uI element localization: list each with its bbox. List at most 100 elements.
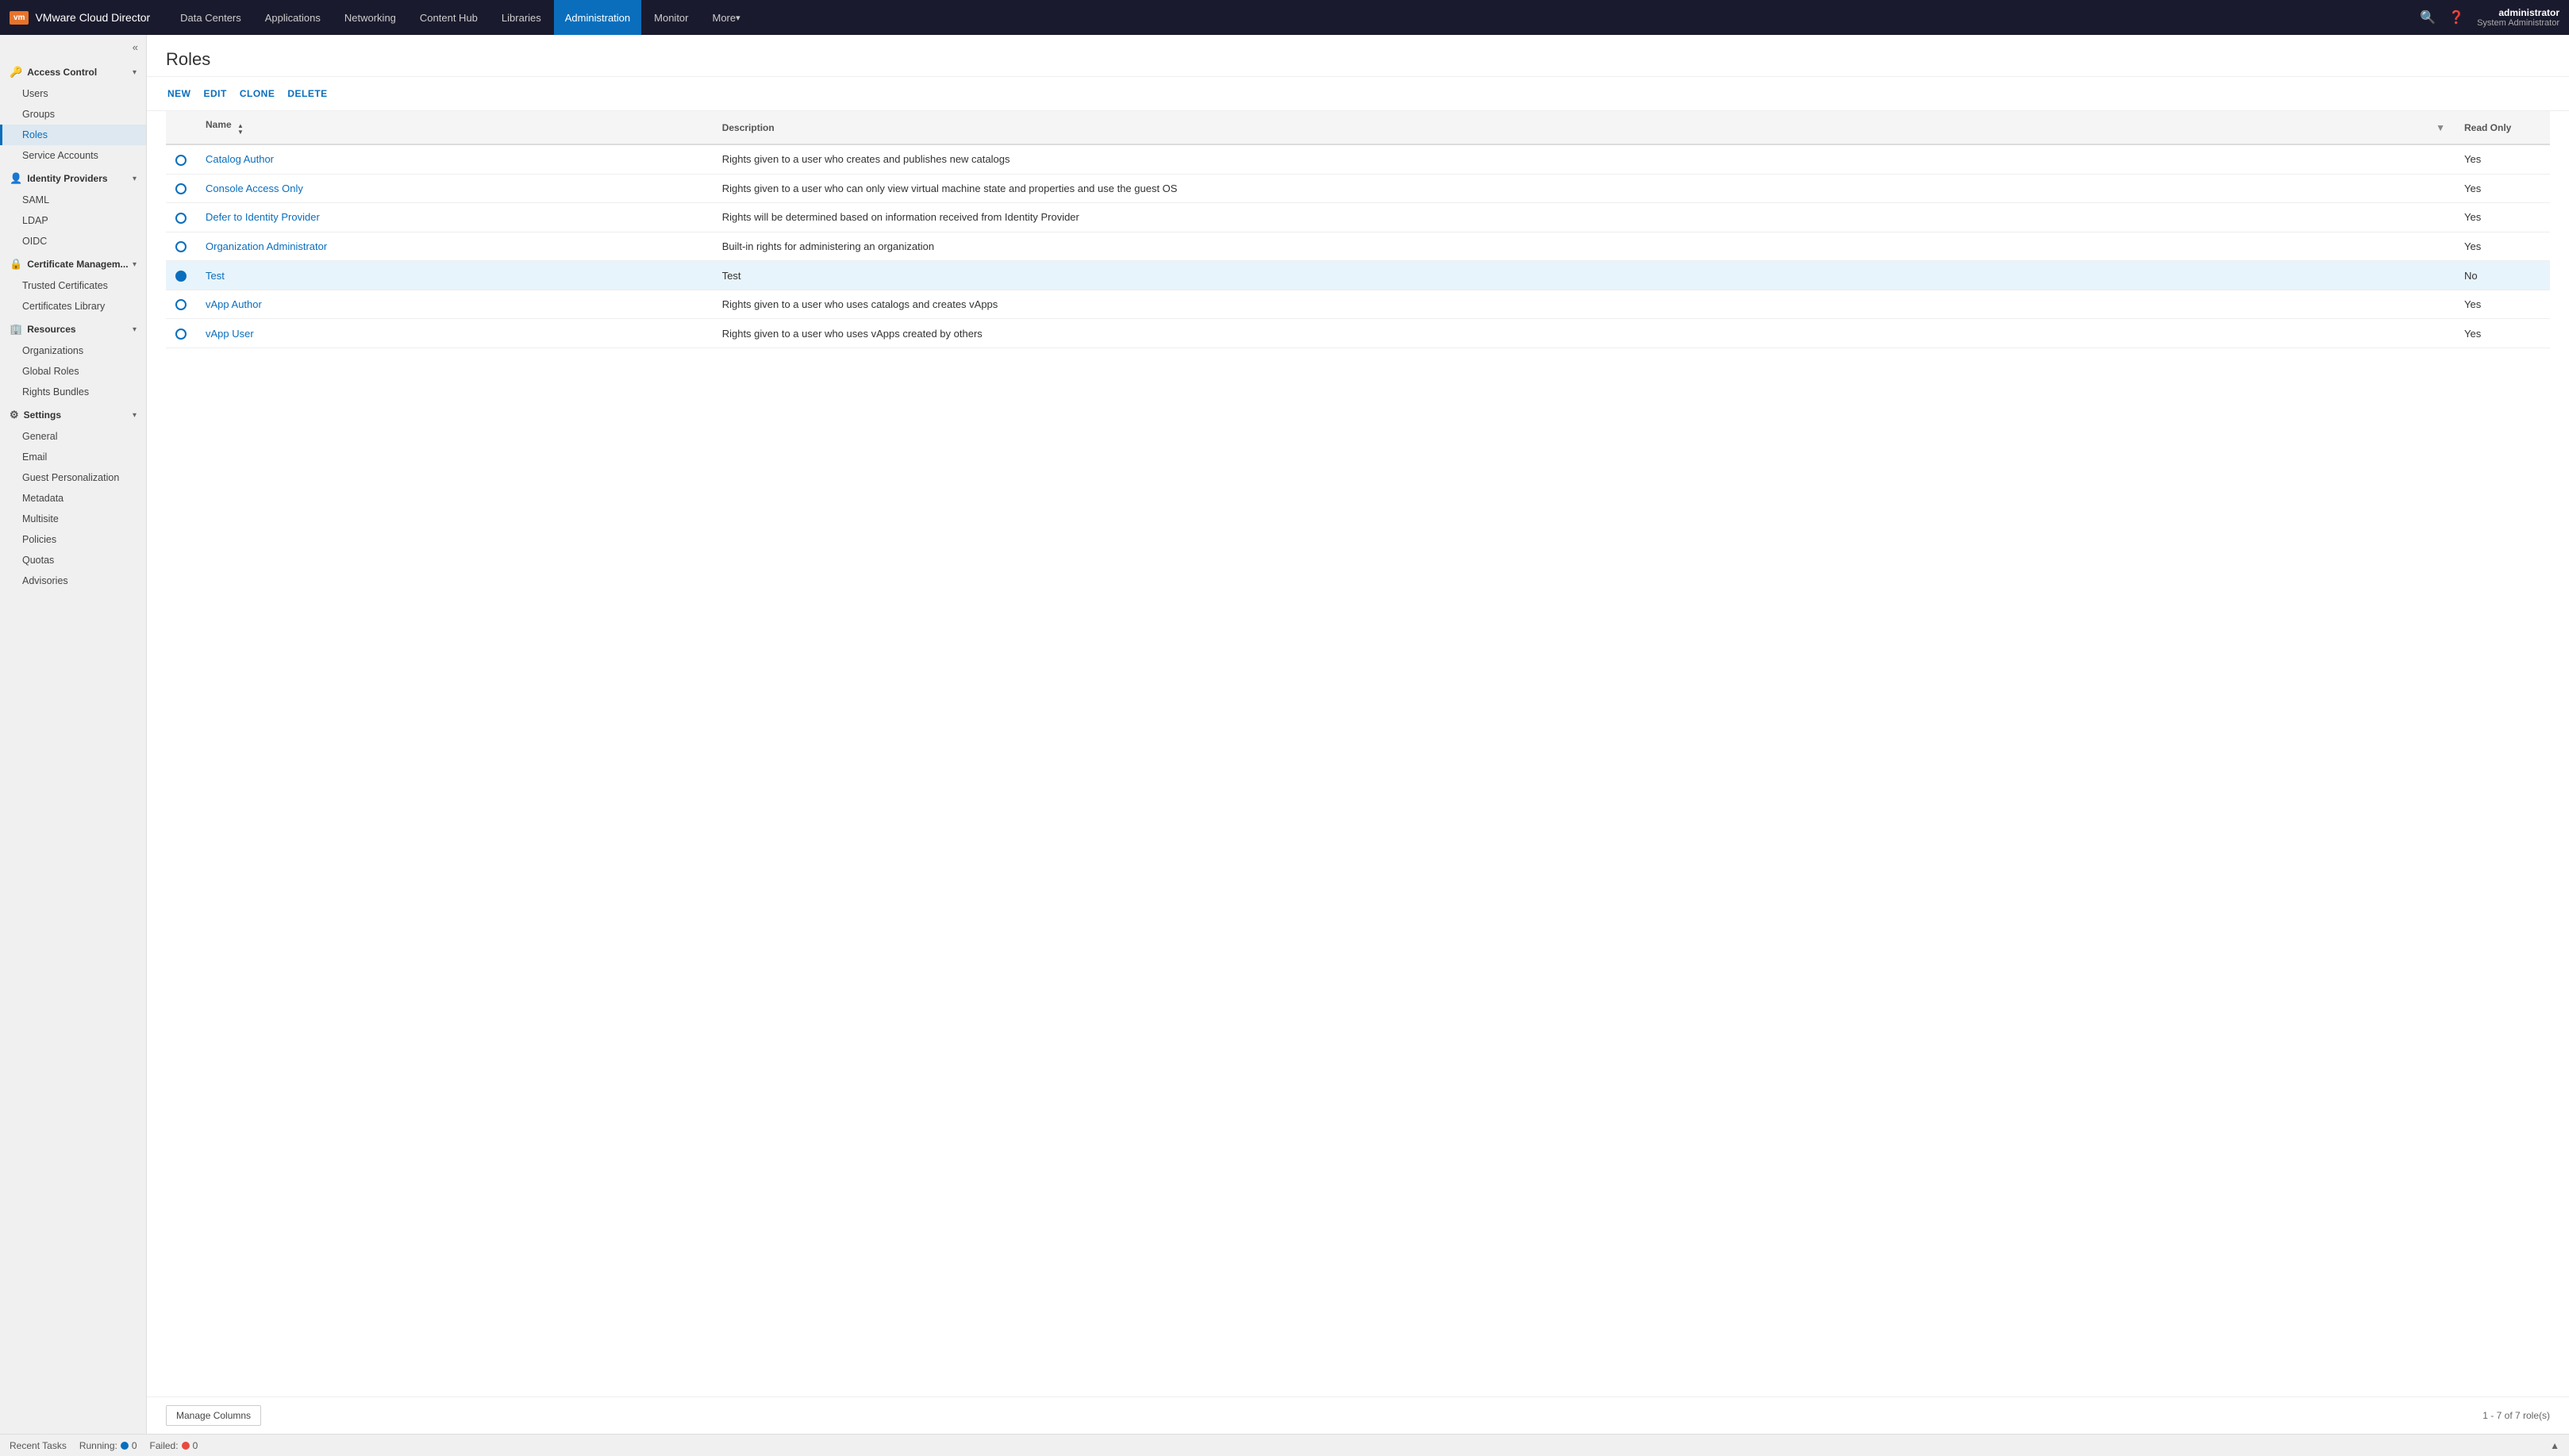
failed-status: Failed: 0: [150, 1440, 198, 1451]
nav-content-hub[interactable]: Content Hub: [409, 0, 489, 35]
role-name-link[interactable]: Console Access Only: [206, 182, 303, 194]
identity-providers-icon: 👤: [10, 172, 22, 185]
sidebar-item-certs-library[interactable]: Certificates Library: [0, 296, 146, 317]
nav-networking[interactable]: Networking: [333, 0, 407, 35]
edit-button[interactable]: EDIT: [202, 85, 229, 102]
nav-more[interactable]: More: [702, 0, 752, 35]
role-name-link[interactable]: Test: [206, 270, 225, 282]
sidebar-item-organizations[interactable]: Organizations: [0, 340, 146, 361]
sidebar-item-global-roles[interactable]: Global Roles: [0, 361, 146, 382]
new-button[interactable]: NEW: [166, 85, 193, 102]
col-name[interactable]: Name ▲▼: [196, 111, 713, 144]
sidebar-item-metadata[interactable]: Metadata: [0, 488, 146, 509]
table-row[interactable]: Organization Administrator Built-in right…: [166, 232, 2550, 261]
bottom-bar: Recent Tasks Running: 0 Failed: 0 ▲: [0, 1434, 2569, 1456]
sidebar-section-header-resources[interactable]: 🏢 Resources ▾: [0, 317, 146, 340]
sidebar-section-certificate-management: 🔒 Certificate Managem... ▾ Trusted Certi…: [0, 252, 146, 317]
sidebar-item-ldap[interactable]: LDAP: [0, 210, 146, 231]
sidebar-item-email[interactable]: Email: [0, 447, 146, 467]
sidebar-section-header-access-control[interactable]: 🔑 Access Control ▾: [0, 60, 146, 83]
pagination-info: 1 - 7 of 7 role(s): [2482, 1410, 2550, 1421]
running-indicator: [121, 1442, 129, 1450]
page-title: Roles: [166, 49, 2550, 70]
row-radio-2[interactable]: [175, 213, 187, 224]
description-filter-icon[interactable]: ▼: [2436, 122, 2445, 133]
table-row[interactable]: vApp User Rights given to a user who uses…: [166, 319, 2550, 348]
role-description: Rights will be determined based on infor…: [713, 203, 2455, 232]
sidebar-item-advisories[interactable]: Advisories: [0, 570, 146, 591]
table-row[interactable]: Console Access OnlyRights given to a use…: [166, 174, 2550, 203]
sidebar-section-access-control: 🔑 Access Control ▾ Users Groups Roles Se…: [0, 60, 146, 166]
role-name-link[interactable]: vApp User: [206, 328, 254, 340]
nav-applications[interactable]: Applications: [254, 0, 332, 35]
expand-button[interactable]: ▲: [2550, 1440, 2559, 1451]
user-menu[interactable]: administrator System Administrator: [2477, 7, 2559, 28]
row-radio-6[interactable]: [175, 328, 187, 340]
row-radio-5[interactable]: [175, 299, 187, 310]
sidebar-item-users[interactable]: Users: [0, 83, 146, 104]
clone-button[interactable]: CLONE: [238, 85, 277, 102]
user-role: System Administrator: [2477, 18, 2559, 28]
sidebar-collapse-button[interactable]: «: [0, 35, 146, 60]
sidebar-item-policies[interactable]: Policies: [0, 529, 146, 550]
role-name-link[interactable]: Organization Administrator: [206, 240, 327, 252]
nav-monitor[interactable]: Monitor: [643, 0, 699, 35]
sidebar-section-header-cert-mgmt[interactable]: 🔒 Certificate Managem... ▾: [0, 252, 146, 275]
table-footer: Manage Columns 1 - 7 of 7 role(s): [147, 1396, 2569, 1434]
help-icon[interactable]: ❓: [2448, 10, 2464, 25]
row-radio-1[interactable]: [175, 183, 187, 194]
roles-table: Name ▲▼ Description ▼ Read Only Catalo: [166, 111, 2550, 348]
recent-tasks-label[interactable]: Recent Tasks: [10, 1440, 67, 1451]
vmware-logo: vm: [10, 11, 29, 25]
role-description: Rights given to a user who uses catalogs…: [713, 290, 2455, 319]
role-name-link[interactable]: vApp Author: [206, 298, 262, 310]
role-read-only: No: [2455, 261, 2550, 290]
row-radio-0[interactable]: [175, 155, 187, 166]
sidebar-item-multisite[interactable]: Multisite: [0, 509, 146, 529]
table-row[interactable]: Catalog AuthorRights given to a user who…: [166, 144, 2550, 174]
sidebar-item-groups[interactable]: Groups: [0, 104, 146, 125]
role-name-link[interactable]: Defer to Identity Provider: [206, 211, 320, 223]
sidebar-section-header-identity-providers[interactable]: 👤 Identity Providers ▾: [0, 166, 146, 190]
role-description: Built-in rights for administering an org…: [713, 232, 2455, 261]
nav-administration[interactable]: Administration: [554, 0, 641, 35]
running-status: Running: 0: [79, 1440, 137, 1451]
failed-indicator: [182, 1442, 190, 1450]
table-row[interactable]: vApp Author Rights given to a user who us…: [166, 290, 2550, 319]
sidebar-item-rights-bundles[interactable]: Rights Bundles: [0, 382, 146, 402]
settings-icon: ⚙: [10, 409, 19, 421]
role-read-only: Yes: [2455, 290, 2550, 319]
username: administrator: [2477, 7, 2559, 18]
manage-columns-button[interactable]: Manage Columns: [166, 1405, 261, 1426]
sidebar-item-trusted-certs[interactable]: Trusted Certificates: [0, 275, 146, 296]
resources-icon: 🏢: [10, 323, 22, 336]
cert-mgmt-icon: 🔒: [10, 258, 22, 271]
settings-section-title: ⚙ Settings: [10, 409, 61, 421]
role-name-link[interactable]: Catalog Author: [206, 153, 274, 165]
sidebar-item-saml[interactable]: SAML: [0, 190, 146, 210]
table-row[interactable]: TestTestNo: [166, 261, 2550, 290]
delete-button[interactable]: DELETE: [286, 85, 329, 102]
sidebar-item-oidc[interactable]: OIDC: [0, 231, 146, 252]
nav-data-centers[interactable]: Data Centers: [169, 0, 252, 35]
sidebar-item-general[interactable]: General: [0, 426, 146, 447]
content-area: Roles NEW EDIT CLONE DELETE Name ▲▼: [147, 35, 2569, 1434]
table-container: Name ▲▼ Description ▼ Read Only Catalo: [147, 111, 2569, 1396]
sidebar-item-quotas[interactable]: Quotas: [0, 550, 146, 570]
sidebar-item-roles[interactable]: Roles: [0, 125, 146, 145]
nav-libraries[interactable]: Libraries: [490, 0, 552, 35]
search-icon[interactable]: 🔍: [2420, 10, 2436, 25]
access-control-chevron: ▾: [133, 68, 137, 77]
sidebar-item-guest-personalization[interactable]: Guest Personalization: [0, 467, 146, 488]
top-navigation: vm VMware Cloud Director Data Centers Ap…: [0, 0, 2569, 35]
sidebar-item-service-accounts[interactable]: Service Accounts: [0, 145, 146, 166]
role-description: Rights given to a user who uses vApps cr…: [713, 319, 2455, 348]
app-title: VMware Cloud Director: [35, 11, 150, 24]
row-radio-3[interactable]: [175, 241, 187, 252]
table-row[interactable]: Defer to Identity Provider Rights will be…: [166, 203, 2550, 232]
sidebar-section-header-settings[interactable]: ⚙ Settings ▾: [0, 402, 146, 426]
nav-items: Data Centers Applications Networking Con…: [169, 0, 2420, 35]
row-radio-4[interactable]: [175, 271, 187, 282]
resources-chevron: ▾: [133, 325, 137, 334]
identity-providers-section-title: 👤 Identity Providers: [10, 172, 108, 185]
